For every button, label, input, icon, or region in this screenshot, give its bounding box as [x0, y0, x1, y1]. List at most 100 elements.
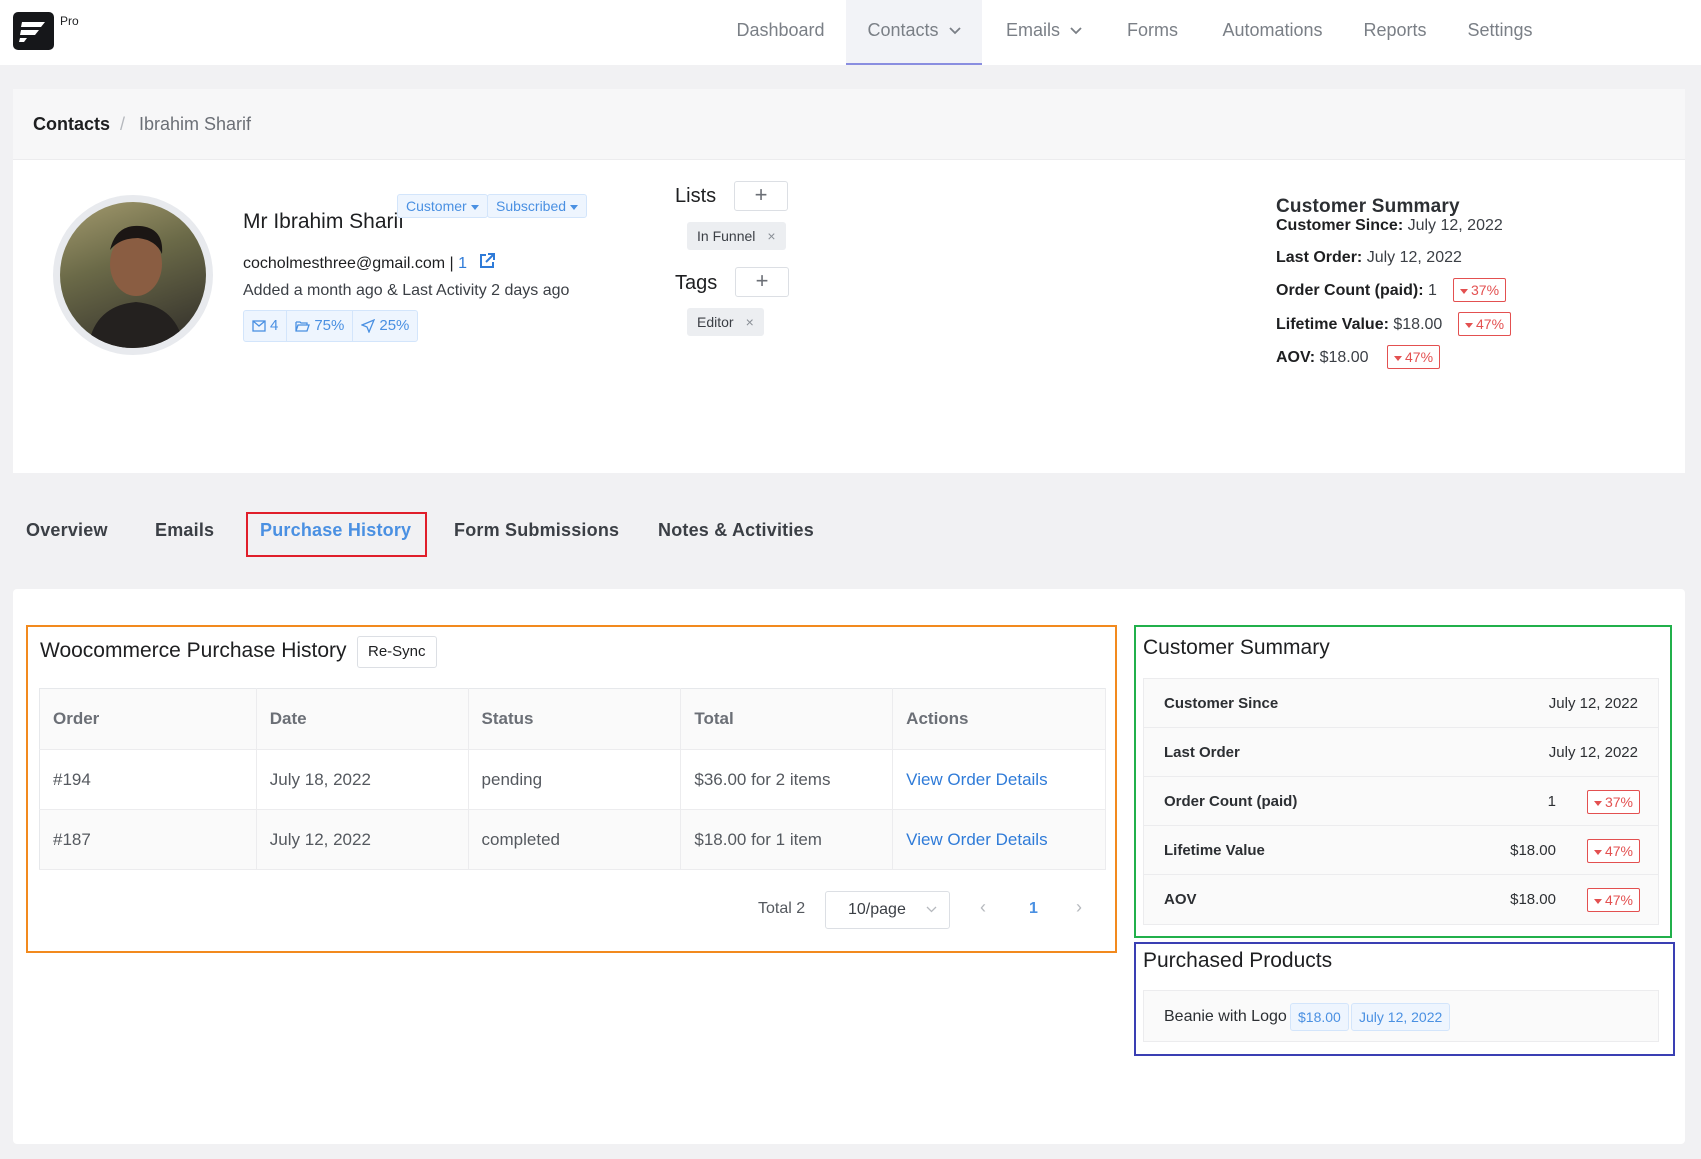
nav-forms[interactable]: Forms	[1115, 0, 1190, 65]
subscription-status-dropdown[interactable]: Subscribed	[487, 194, 588, 218]
decrease-arrow-icon	[1465, 322, 1473, 328]
customer-summary-title: Customer Summary	[1143, 636, 1330, 659]
summary-value: 1	[1547, 793, 1556, 810]
table-header-row: Order Date Status Total Actions	[39, 688, 1106, 750]
nav-settings[interactable]: Settings	[1455, 0, 1545, 65]
order-total: $36.00 for 2 items	[680, 749, 894, 810]
send-icon	[361, 319, 376, 333]
summary-value: $18.00	[1510, 842, 1556, 859]
add-list-button[interactable]: +	[734, 181, 788, 211]
avatar[interactable]	[53, 195, 213, 355]
pagination-prev-button[interactable]: ‹	[980, 897, 986, 918]
orders-table: Order Date Status Total Actions #194 Jul…	[39, 688, 1106, 870]
email-separator: |	[449, 255, 454, 272]
summary-value: $18.00	[1510, 891, 1556, 908]
tag-chip: Editor ×	[687, 308, 764, 336]
tab-overview[interactable]: Overview	[26, 520, 108, 541]
summary-value: July 12, 2022	[1548, 744, 1638, 761]
person-photo-icon	[88, 225, 184, 348]
lists-label: Lists	[675, 185, 717, 207]
summary-row: Lifetime Value $18.00 47%	[1144, 826, 1658, 875]
nav-automations[interactable]: Automations	[1210, 0, 1335, 65]
order-id: #194	[39, 749, 257, 810]
summary-change-badge: 37%	[1586, 790, 1640, 814]
header-customer-since: Customer Since: July 12, 2022	[1276, 217, 1503, 234]
col-actions: Actions	[892, 688, 1106, 750]
chevron-down-icon	[1070, 27, 1082, 35]
tab-emails[interactable]: Emails	[155, 520, 214, 541]
col-order: Order	[39, 688, 257, 750]
contact-type-dropdown[interactable]: Customer	[397, 194, 488, 218]
summary-label: AOV	[1164, 891, 1197, 908]
caret-down-icon	[570, 204, 579, 210]
order-status: completed	[468, 809, 682, 870]
pagination-page-1[interactable]: 1	[1029, 900, 1038, 918]
header-summary-title: Customer Summary	[1276, 196, 1460, 217]
lifetime-change-badge: 47%	[1458, 312, 1512, 336]
activity-summary: Added a month ago & Last Activity 2 days…	[243, 282, 570, 299]
email-count[interactable]: 1	[458, 255, 467, 272]
contact-profile-card: Mr Ibrahim Sharif Customer Subscribed co…	[13, 160, 1685, 473]
summary-row: Last Order July 12, 2022	[1144, 728, 1658, 777]
add-tag-button[interactable]: +	[735, 267, 789, 297]
tags-label: Tags	[675, 272, 718, 294]
nav-dashboard[interactable]: Dashboard	[724, 0, 837, 65]
nav-contacts[interactable]: Contacts	[846, 0, 982, 65]
table-row: #187 July 12, 2022 completed $18.00 for …	[39, 809, 1106, 870]
logo-icon	[19, 22, 45, 42]
active-tab-highlight	[246, 512, 427, 557]
view-order-details-link[interactable]: View Order Details	[892, 749, 1106, 810]
pagination-next-button[interactable]: ›	[1076, 897, 1082, 918]
order-date: July 18, 2022	[256, 749, 469, 810]
summary-label: Lifetime Value	[1164, 842, 1265, 859]
purchased-products-title: Purchased Products	[1143, 949, 1333, 972]
header-order-count: Order Count (paid): 1	[1276, 282, 1437, 299]
page-size-select[interactable]: 10/page	[825, 891, 950, 929]
view-order-details-link[interactable]: View Order Details	[892, 809, 1106, 870]
summary-row: AOV $18.00 47%	[1144, 875, 1658, 924]
product-price-badge: $18.00	[1290, 1003, 1349, 1031]
stat-emails[interactable]: 4	[244, 311, 288, 341]
decrease-arrow-icon	[1593, 898, 1602, 904]
avatar-photo	[60, 202, 206, 348]
tab-notes-activities[interactable]: Notes & Activities	[658, 520, 814, 541]
order-total: $18.00 for 1 item	[680, 809, 894, 870]
contact-email-line: cocholmesthree@gmail.com | 1	[243, 252, 496, 273]
decrease-arrow-icon	[1460, 288, 1468, 294]
contact-email[interactable]: cocholmesthree@gmail.com	[243, 255, 445, 272]
aov-change-badge: 47%	[1387, 345, 1441, 369]
nav-reports[interactable]: Reports	[1355, 0, 1435, 65]
chevron-down-icon	[948, 27, 961, 35]
summary-row: Customer Since July 12, 2022	[1144, 679, 1658, 728]
decrease-arrow-icon	[1593, 849, 1602, 855]
col-status: Status	[468, 688, 682, 750]
remove-tag-icon[interactable]: ×	[746, 314, 754, 330]
decrease-arrow-icon	[1394, 355, 1402, 361]
col-total: Total	[680, 688, 894, 750]
summary-label: Last Order	[1164, 744, 1240, 761]
list-chip: In Funnel ×	[687, 222, 786, 250]
pro-badge: Pro	[60, 14, 79, 28]
product-item: Beanie with Logo $18.00 July 12, 2022	[1143, 990, 1659, 1042]
stat-click-rate[interactable]: 25%	[353, 311, 417, 341]
order-status: pending	[468, 749, 682, 810]
nav-emails[interactable]: Emails	[990, 0, 1098, 65]
breadcrumb-contacts-link[interactable]: Contacts	[33, 114, 110, 135]
order-count-change-badge: 37%	[1453, 278, 1507, 302]
remove-list-icon[interactable]: ×	[767, 228, 775, 244]
external-link-icon[interactable]	[478, 252, 496, 270]
summary-change-badge: 47%	[1586, 839, 1640, 863]
breadcrumb-current: Ibrahim Sharif	[139, 114, 252, 134]
app-logo[interactable]	[13, 12, 54, 50]
breadcrumb-separator: /	[120, 114, 126, 134]
product-name: Beanie with Logo	[1164, 1008, 1287, 1025]
engagement-stats: 4 75% 25%	[243, 310, 419, 342]
contact-name: Mr Ibrahim Sharif	[243, 210, 405, 233]
summary-label: Order Count (paid)	[1164, 793, 1298, 810]
tab-form-submissions[interactable]: Form Submissions	[454, 520, 619, 541]
stat-open-rate[interactable]: 75%	[287, 311, 354, 341]
product-date-badge: July 12, 2022	[1351, 1003, 1451, 1031]
summary-value: July 12, 2022	[1548, 695, 1638, 712]
resync-button[interactable]: Re-Sync	[357, 636, 437, 668]
header-aov: AOV: $18.00	[1276, 349, 1369, 366]
